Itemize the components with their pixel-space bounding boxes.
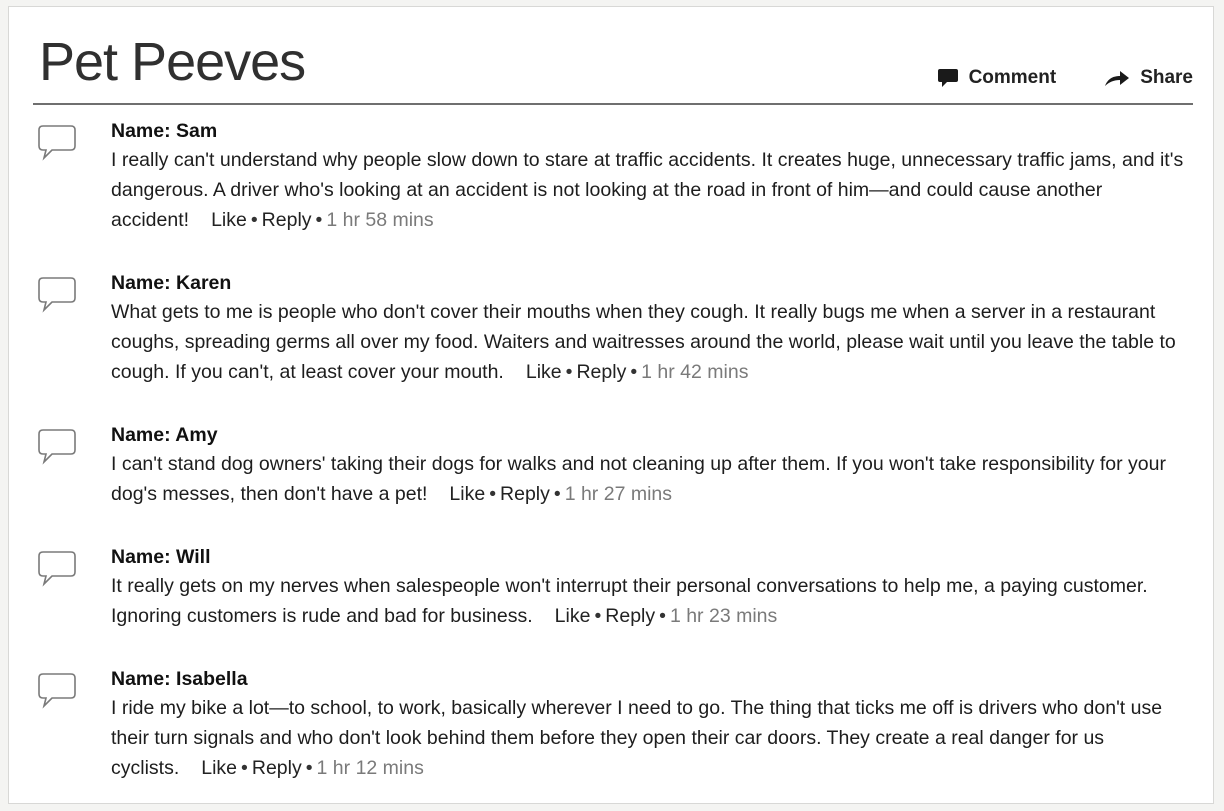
separator-dot: • xyxy=(630,361,638,383)
speech-bubble-icon xyxy=(37,549,77,589)
comment-item: Name: Amy I can't stand dog owners' taki… xyxy=(33,421,1197,509)
comment-icon xyxy=(937,67,959,89)
comment-timestamp: 1 hr 58 mins xyxy=(326,209,434,231)
comment-item: Name: Isabella I ride my bike a lot—to s… xyxy=(33,665,1197,783)
comment-body: I can't stand dog owners' taking their d… xyxy=(111,449,1197,509)
comment-meta: Like • Reply • 1 hr 42 mins xyxy=(526,361,749,383)
comment-item: Name: Karen What gets to me is people wh… xyxy=(33,269,1197,387)
reply-link[interactable]: Reply xyxy=(262,209,312,231)
speech-bubble-icon xyxy=(37,427,77,467)
reply-link[interactable]: Reply xyxy=(576,361,626,383)
comment-list: Name: Sam I really can't understand why … xyxy=(33,117,1197,783)
comment-body: I ride my bike a lot—to school, to work,… xyxy=(111,693,1197,783)
reply-link[interactable]: Reply xyxy=(500,483,550,505)
comment-meta: Like • Reply • 1 hr 27 mins xyxy=(449,483,672,505)
comment-body: I really can't understand why people slo… xyxy=(111,145,1197,235)
header-actions: Comment Share xyxy=(937,67,1193,89)
comment-meta: Like • Reply • 1 hr 23 mins xyxy=(555,605,778,627)
share-button[interactable]: Share xyxy=(1104,67,1193,89)
commenter-name: Name: Amy xyxy=(111,424,218,446)
separator-dot: • xyxy=(241,757,248,779)
separator-dot: • xyxy=(565,361,573,383)
reply-link[interactable]: Reply xyxy=(605,605,655,627)
share-arrow-icon xyxy=(1104,68,1130,88)
comment-timestamp: 1 hr 23 mins xyxy=(669,605,778,627)
pet-peeves-card: Pet Peeves Comment Share Name: Sam I rea… xyxy=(8,6,1214,804)
page-header: Pet Peeves Comment Share xyxy=(33,7,1193,105)
page-title: Pet Peeves xyxy=(39,32,306,92)
comment-timestamp: 1 hr 42 mins xyxy=(641,361,749,383)
separator-dot: • xyxy=(489,483,497,505)
comment-label: Comment xyxy=(968,67,1057,88)
share-label: Share xyxy=(1140,67,1193,88)
reply-link[interactable]: Reply xyxy=(252,757,302,779)
like-link[interactable]: Like xyxy=(555,605,591,627)
commenter-name: Name: Sam xyxy=(111,120,218,142)
separator-dot: • xyxy=(594,605,602,627)
separator-dot: • xyxy=(250,209,258,231)
comment-timestamp: 1 hr 27 mins xyxy=(564,483,673,505)
comment-body: What gets to me is people who don't cove… xyxy=(111,297,1197,387)
commenter-name: Name: Will xyxy=(111,546,211,568)
like-link[interactable]: Like xyxy=(449,483,485,505)
speech-bubble-icon xyxy=(37,275,77,315)
like-link[interactable]: Like xyxy=(201,757,237,779)
speech-bubble-icon xyxy=(37,123,77,163)
comment-item: Name: Will It really gets on my nerves w… xyxy=(33,543,1197,631)
comment-body: It really gets on my nerves when salespe… xyxy=(111,571,1197,631)
commenter-name: Name: Isabella xyxy=(111,668,248,690)
like-link[interactable]: Like xyxy=(211,209,247,231)
comment-item: Name: Sam I really can't understand why … xyxy=(33,117,1197,235)
comment-timestamp: 1 hr 12 mins xyxy=(316,757,424,779)
speech-bubble-icon xyxy=(37,671,77,711)
like-link[interactable]: Like xyxy=(526,361,562,383)
comment-button[interactable]: Comment xyxy=(937,67,1057,89)
separator-dot: • xyxy=(553,483,561,505)
separator-dot: • xyxy=(305,757,313,779)
commenter-name: Name: Karen xyxy=(111,272,232,294)
comment-meta: Like • Reply • 1 hr 58 mins xyxy=(211,209,434,231)
comment-meta: Like • Reply • 1 hr 12 mins xyxy=(201,757,424,779)
separator-dot: • xyxy=(659,605,666,627)
separator-dot: • xyxy=(315,209,323,231)
